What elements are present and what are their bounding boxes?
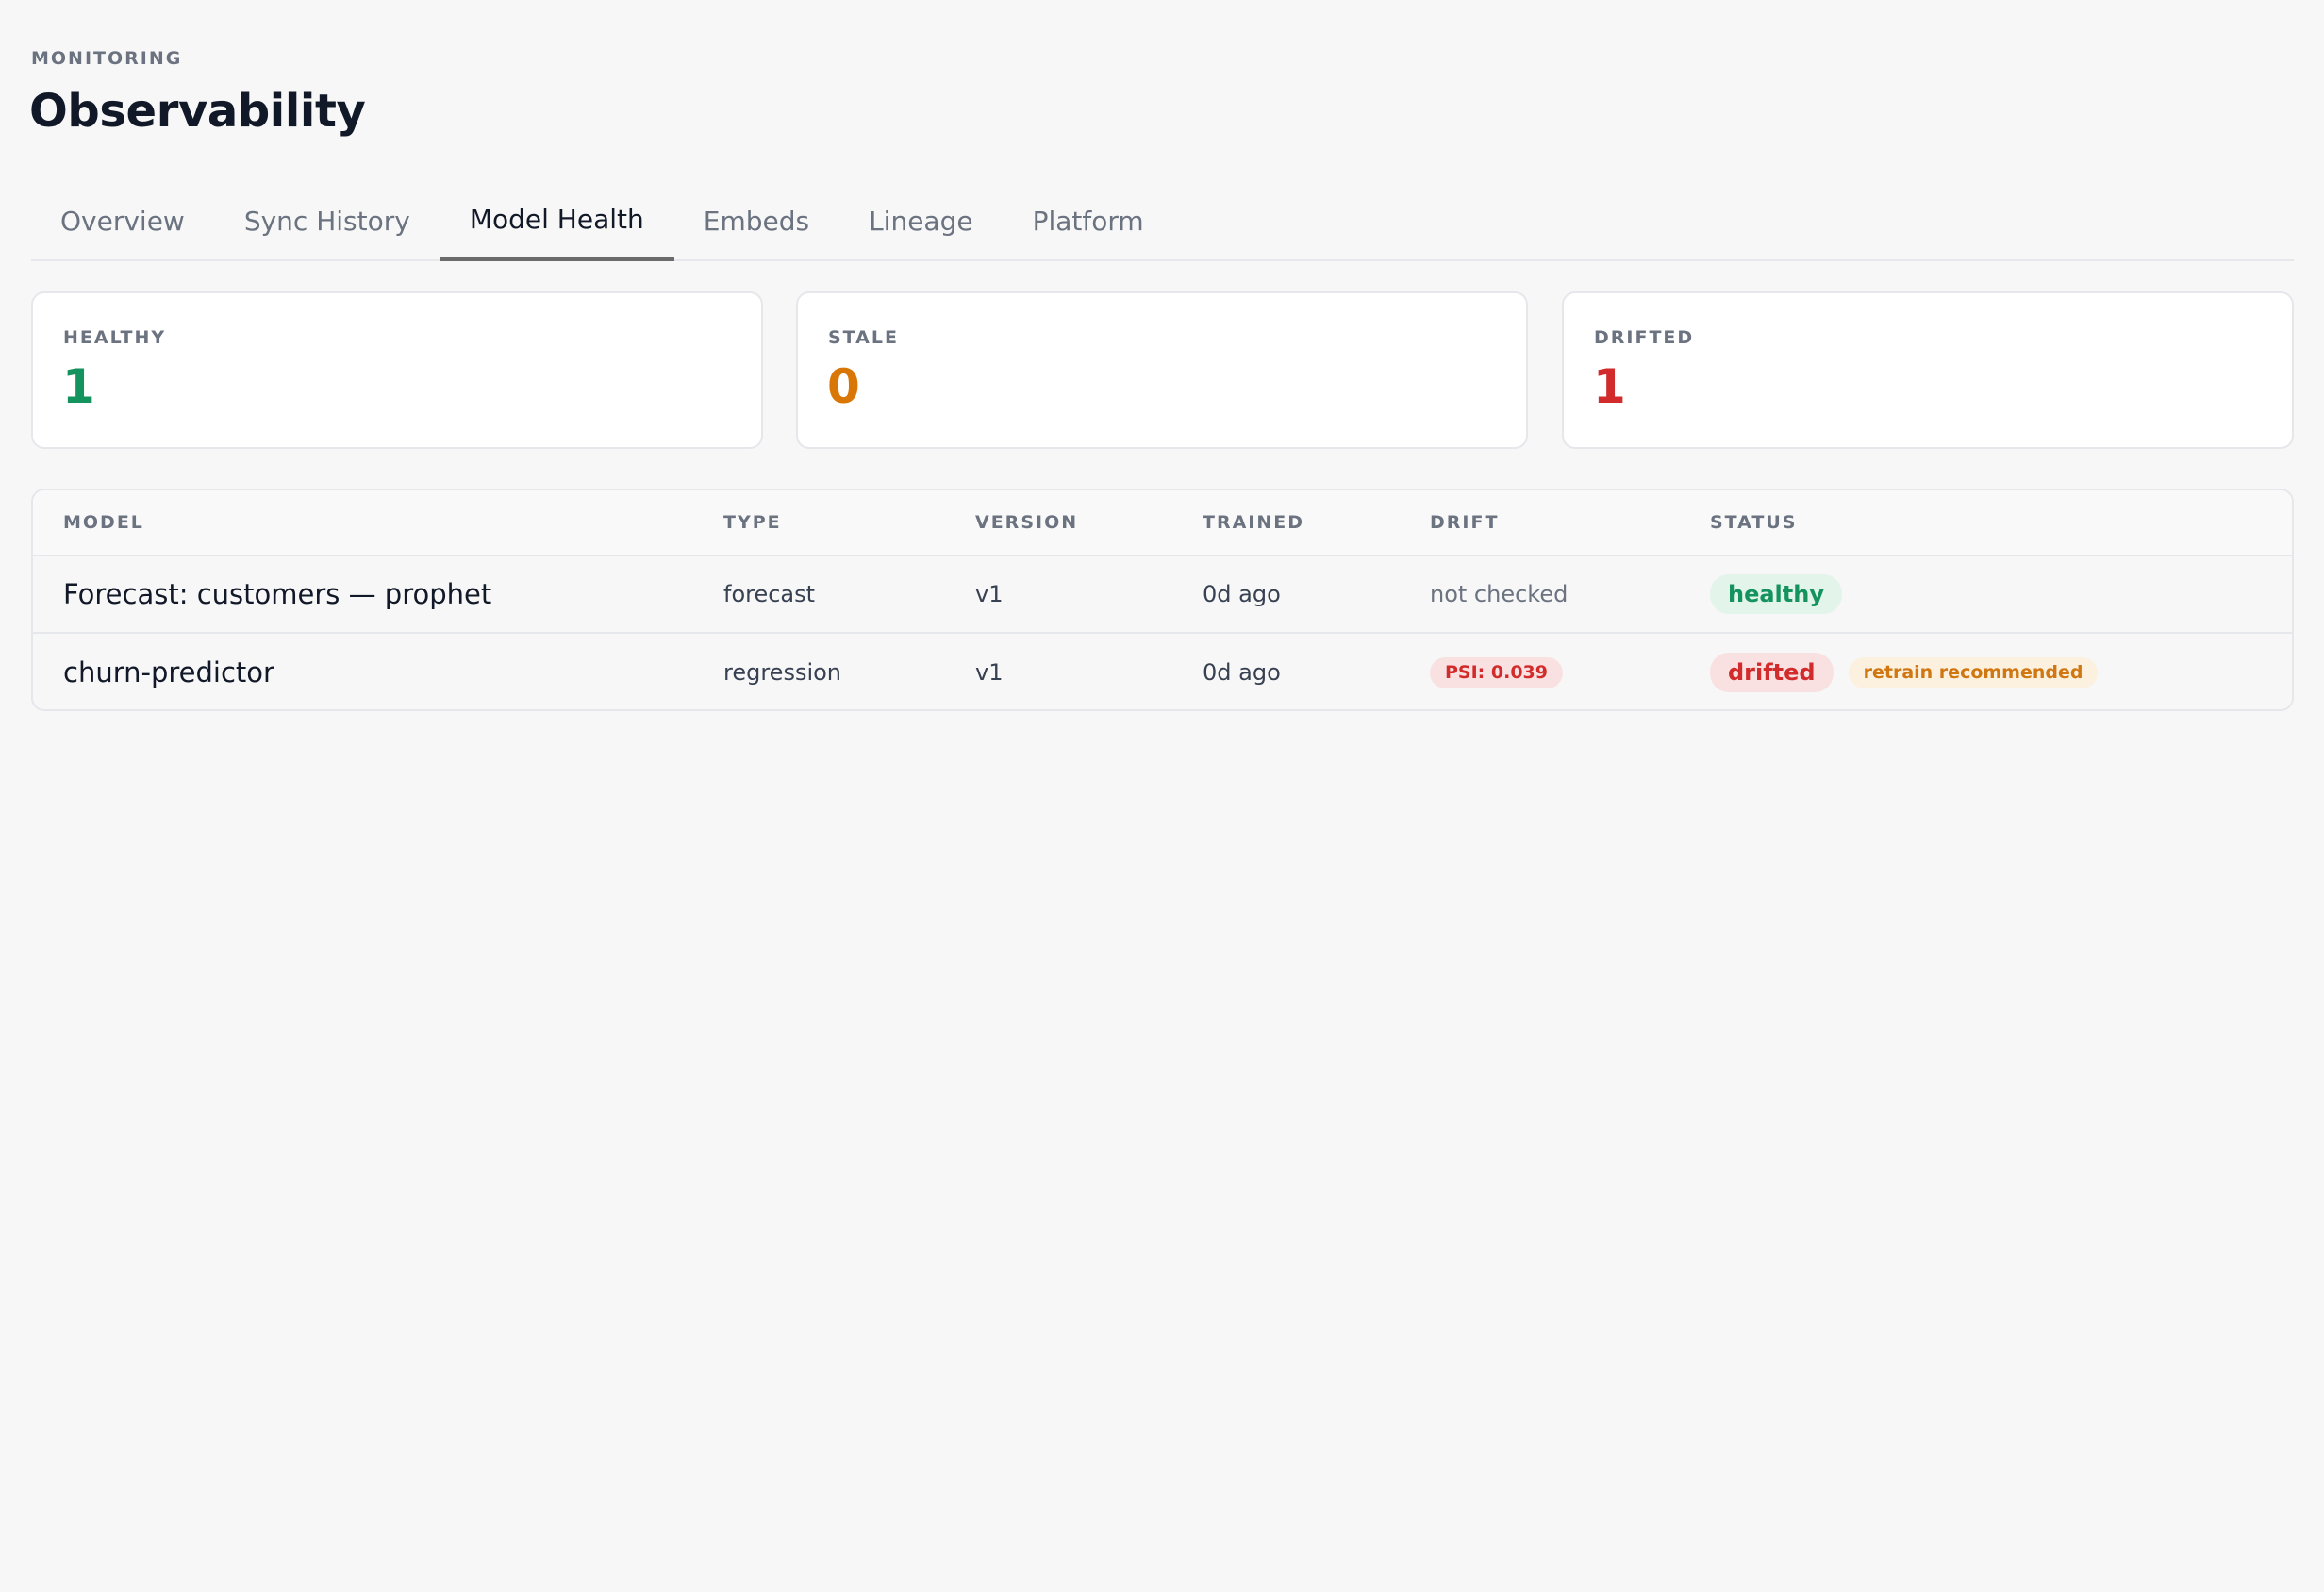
model-status-cell: drifted retrain recommended [1710,634,2099,709]
stale-count: 0 [827,359,860,414]
tab-sync-history[interactable]: Sync History [215,187,440,259]
drifted-label: DRIFTED [1594,327,1695,348]
psi-badge: PSI: 0.039 [1430,656,1563,688]
page-title: Observability [29,85,366,138]
healthy-card: HEALTHY 1 [31,291,763,449]
table-row[interactable]: churn-predictor regression v1 0d ago PSI… [33,634,2292,709]
tab-bar: Overview Sync History Model Health Embed… [31,187,2294,261]
observability-page: MONITORING Observability Overview Sync H… [0,0,2324,1592]
model-trained: 0d ago [1203,659,1281,686]
column-header-version: VERSION [975,512,1079,533]
column-header-model: MODEL [63,512,144,533]
tab-embeds[interactable]: Embeds [674,187,839,259]
table-header: MODEL TYPE VERSION TRAINED DRIFT STATUS [33,490,2292,556]
drifted-count: 1 [1593,359,1626,414]
tab-lineage[interactable]: Lineage [839,187,1004,259]
status-badge: drifted [1710,653,1834,692]
drifted-card: DRIFTED 1 [1562,291,2294,449]
tab-overview[interactable]: Overview [31,187,215,259]
table-row[interactable]: Forecast: customers — prophet forecast v… [33,556,2292,634]
model-drift: not checked [1430,581,1569,607]
stale-card: STALE 0 [796,291,1528,449]
column-header-trained: TRAINED [1203,512,1305,533]
model-trained: 0d ago [1203,581,1281,607]
model-name: churn-predictor [63,656,274,688]
summary-cards: HEALTHY 1 STALE 0 DRIFTED 1 [31,291,2294,450]
column-header-status: STATUS [1710,512,1798,533]
tab-model-health[interactable]: Model Health [440,187,674,261]
column-header-drift: DRIFT [1430,512,1500,533]
tab-platform[interactable]: Platform [1004,187,1174,259]
model-status-cell: healthy [1710,556,1842,632]
model-version: v1 [975,581,1004,607]
model-name: Forecast: customers — prophet [63,578,492,610]
retrain-badge: retrain recommended [1848,656,2099,688]
healthy-label: HEALTHY [63,327,167,348]
model-health-table: MODEL TYPE VERSION TRAINED DRIFT STATUS … [31,489,2294,711]
healthy-count: 1 [62,359,95,414]
column-header-type: TYPE [723,512,782,533]
model-version: v1 [975,659,1004,686]
section-eyebrow: MONITORING [31,48,183,69]
status-badge: healthy [1710,574,1842,614]
model-type: forecast [723,581,816,607]
model-type: regression [723,659,842,686]
model-drift-cell: PSI: 0.039 [1430,634,1563,709]
stale-label: STALE [828,327,899,348]
